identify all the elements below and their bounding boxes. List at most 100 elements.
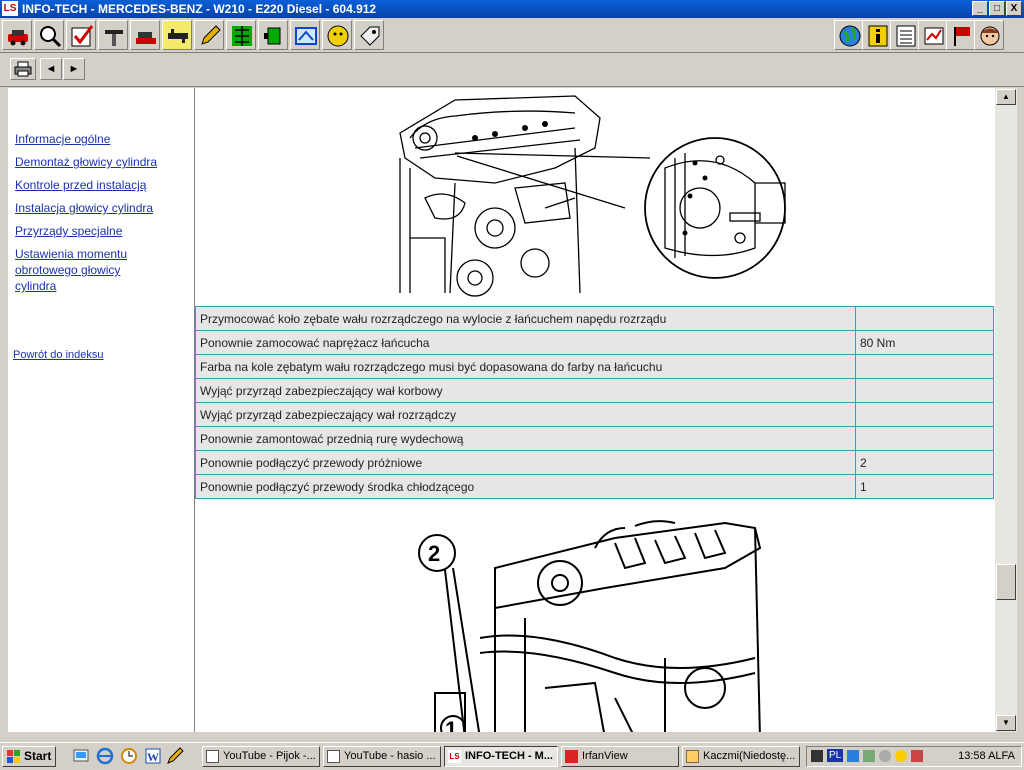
step-text: Przymocować koło zębate wału rozrządczeg… [195, 306, 856, 331]
tag-icon[interactable] [354, 20, 384, 50]
gear-chart-icon[interactable] [918, 20, 948, 50]
secondary-toolbar: ◄ ► [0, 53, 1024, 87]
table-row: Wyjąć przyrząd zabezpieczający wał korbo… [195, 378, 994, 403]
tool-icon[interactable] [162, 20, 192, 50]
scroll-up-arrow[interactable]: ▲ [996, 89, 1016, 105]
navigation-pane: Informacje ogólne Demontaż głowicy cylin… [8, 88, 195, 732]
system-tray: PL 13:58 ALFA [806, 746, 1022, 767]
irfanview-icon [565, 750, 578, 763]
maximize-button[interactable]: □ [989, 1, 1005, 16]
taskbar-item-kaczmi[interactable]: Kaczmi(Niedostę... [682, 746, 800, 767]
window-icon [327, 750, 340, 763]
step-value: 80 Nm [855, 330, 994, 355]
step-text: Farba na kole zębatym wału rozrządczego … [195, 354, 856, 379]
nav-link-cylinder-head-install[interactable]: Instalacja głowicy cylindra [15, 200, 190, 216]
callout-2: 2 [428, 541, 440, 566]
list-icon[interactable] [890, 20, 920, 50]
show-desktop-icon[interactable] [72, 747, 90, 765]
taskbar-item-info-tech[interactable]: LS INFO-TECH - M... [444, 746, 558, 767]
table-row: Ponownie podłączyć przewody środka chłod… [195, 474, 994, 499]
nav-link-pre-install-checks[interactable]: Kontrole przed instalacją [15, 177, 190, 193]
app-logo: LS [2, 1, 18, 16]
step-value [855, 306, 994, 331]
svg-text:W: W [147, 750, 159, 764]
step-value [855, 378, 994, 403]
engine-diagram-bottom: 2 1 [418, 520, 762, 732]
table-row: Ponownie zamontować przednią rurę wydech… [195, 426, 994, 451]
globe-head-icon[interactable] [322, 20, 352, 50]
table-row: Przymocować koło zębate wału rozrządczeg… [195, 306, 994, 331]
step-text: Ponownie podłączyć przewody środka chłod… [195, 474, 856, 499]
step-value [855, 402, 994, 427]
sun-icon[interactable] [895, 750, 907, 762]
title-bar: LS INFO-TECH - MERCEDES-BENZ - W210 - E2… [0, 0, 1024, 18]
engine-diagram-top [399, 95, 786, 297]
taskbar-item-youtube-pijok[interactable]: YouTube - Pijok -... [202, 746, 320, 767]
tray-clock[interactable]: 13:58 ALFA [958, 750, 1015, 762]
tray-app-icon[interactable] [863, 750, 875, 762]
back-button[interactable]: ◄ [40, 58, 62, 80]
bluetooth-icon[interactable] [879, 750, 891, 762]
user-face-icon[interactable] [974, 20, 1004, 50]
info-icon[interactable] [862, 20, 892, 50]
windows-logo-icon [7, 750, 20, 763]
steps-table: Przymocować koło zębate wału rozrządczeg… [195, 306, 994, 499]
step-value: 2 [855, 450, 994, 475]
step-text: Wyjąć przyrząd zabezpieczający wał korbo… [195, 378, 856, 403]
table-row: Ponownie podłączyć przewody próżniowe 2 [195, 450, 994, 475]
main-toolbar [0, 18, 1024, 53]
nav-link-cylinder-head-removal[interactable]: Demontaż głowicy cylindra [15, 154, 190, 170]
circuit-icon[interactable] [226, 20, 256, 50]
flag-person-icon[interactable] [946, 20, 976, 50]
window-title: INFO-TECH - MERCEDES-BENZ - W210 - E220 … [22, 2, 377, 16]
dashboard-icon[interactable] [290, 20, 320, 50]
start-label: Start [24, 749, 52, 763]
network-icon[interactable] [847, 750, 859, 762]
nav-link-general-info[interactable]: Informacje ogólne [15, 131, 190, 147]
plug-icon[interactable] [258, 20, 288, 50]
taskbar-item-irfanview[interactable]: IrfanView [561, 746, 679, 767]
magnifier-icon[interactable] [34, 20, 64, 50]
envelope-icon [686, 750, 699, 763]
nav-link-special-tools[interactable]: Przyrządy specjalne [15, 223, 190, 239]
globe-icon[interactable] [834, 20, 864, 50]
step-value [855, 354, 994, 379]
minimize-button[interactable]: _ [972, 1, 988, 16]
step-text: Wyjąć przyrząd zabezpieczający wał rozrz… [195, 402, 856, 427]
forward-button[interactable]: ► [63, 58, 85, 80]
pencil-icon[interactable] [194, 20, 224, 50]
language-indicator[interactable]: PL [827, 749, 844, 762]
close-button[interactable]: X [1006, 1, 1022, 16]
checkbox-icon[interactable] [66, 20, 96, 50]
taskbar: Start W YouTube - Pijok -... YouTube - h… [0, 742, 1024, 769]
step-value: 1 [855, 474, 994, 499]
window-icon [206, 750, 219, 763]
step-text: Ponownie zamontować przednią rurę wydech… [195, 426, 856, 451]
table-row: Ponownie zamocować naprężacz łańcucha 80 … [195, 330, 994, 355]
callout-1: 1 [445, 717, 457, 732]
scroll-down-arrow[interactable]: ▼ [996, 715, 1016, 731]
car-lift-icon[interactable] [130, 20, 160, 50]
car-icon[interactable] [2, 20, 32, 50]
start-button[interactable]: Start [2, 746, 56, 767]
clock-icon[interactable] [120, 747, 138, 765]
content-pane: Przymocować koło zębate wału rozrządczeg… [195, 88, 995, 732]
vertical-scrollbar[interactable]: ▲ ▼ [995, 88, 1017, 732]
back-to-index-link[interactable]: Powrót do indeksu [13, 349, 104, 361]
flag-icon[interactable] [911, 750, 923, 762]
scroll-thumb[interactable] [996, 564, 1016, 600]
word-icon[interactable]: W [144, 747, 162, 765]
step-text: Ponownie podłączyć przewody próżniowe [195, 450, 856, 475]
table-row: Wyjąć przyrząd zabezpieczający wał rozrz… [195, 402, 994, 427]
ls-logo-icon: LS [448, 750, 461, 763]
step-text: Ponownie zamocować naprężacz łańcucha [195, 330, 856, 355]
step-value [855, 426, 994, 451]
internet-explorer-icon[interactable] [96, 747, 114, 765]
wrench-hand-icon[interactable] [98, 20, 128, 50]
printer-icon[interactable] [10, 58, 36, 80]
taskbar-item-youtube-hasio[interactable]: YouTube - hasio ... [323, 746, 441, 767]
pencil-tool-icon[interactable] [166, 747, 184, 765]
table-row: Farba na kole zębatym wału rozrządczego … [195, 354, 994, 379]
nav-link-torque-settings[interactable]: Ustawienia momentu obrotowego głowicy cy… [15, 246, 143, 294]
speaker-icon[interactable] [811, 750, 823, 762]
